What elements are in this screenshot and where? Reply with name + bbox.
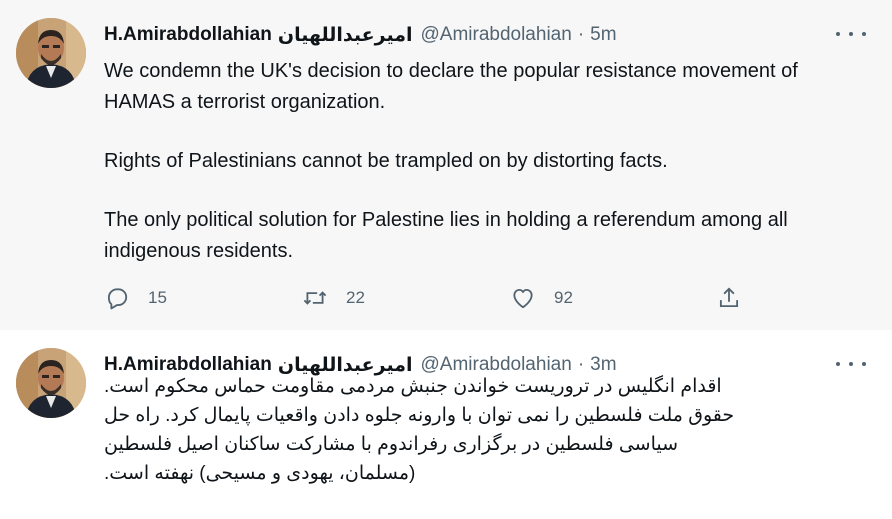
avatar[interactable] — [16, 348, 86, 418]
tweet-line: اقدام انگلیس در تروریست خواندن جنبش مردم… — [104, 376, 722, 397]
user-handle[interactable]: @Amirabdolahian — [420, 24, 571, 46]
tweet-paragraph: We condemn the UK's decision to declare … — [104, 60, 798, 113]
tweet-text-persian: اقدام انگلیس در تروریست خواندن جنبش مردم… — [104, 372, 864, 488]
reply-button[interactable]: 15 — [104, 284, 167, 312]
share-button[interactable] — [716, 284, 742, 312]
retweet-icon — [303, 291, 327, 305]
tweet-text: We condemn the UK's decision to declare … — [104, 56, 864, 267]
tweet[interactable]: H.Amirabdollahian امیرعبداللهیان @Amirab… — [0, 0, 892, 330]
more-icon[interactable] — [836, 22, 866, 46]
like-count: 92 — [554, 288, 573, 307]
reply-count: 15 — [148, 288, 167, 307]
like-button[interactable]: 92 — [510, 284, 573, 312]
display-name-persian[interactable]: امیرعبداللهیان — [278, 24, 413, 47]
tweet-header: H.Amirabdollahian امیرعبداللهیان @Amirab… — [104, 22, 832, 48]
share-icon — [719, 287, 739, 308]
reply-icon — [107, 288, 128, 310]
retweet-count: 22 — [346, 288, 365, 307]
timestamp[interactable]: 5m — [590, 24, 616, 46]
tweet-line: (مسلمان، یهودی و مسیحی) نهفته است. — [104, 463, 416, 484]
tweet-paragraph: The only political solution for Palestin… — [104, 209, 788, 262]
avatar[interactable] — [16, 18, 86, 88]
display-name[interactable]: H.Amirabdollahian — [104, 24, 272, 46]
tweet-actions: 15 22 92 — [104, 284, 754, 312]
tweet-paragraph: Rights of Palestinians cannot be trample… — [104, 150, 668, 172]
heart-icon — [513, 288, 533, 309]
tweet-line: حقوق ملت فلسطین را نمی توان با وارونه جل… — [104, 405, 735, 426]
separator-dot: · — [577, 24, 585, 45]
tweet-line: سیاسی فلسطین در برگزاری رفراندوم با مشار… — [104, 434, 679, 455]
retweet-button[interactable]: 22 — [302, 284, 365, 312]
